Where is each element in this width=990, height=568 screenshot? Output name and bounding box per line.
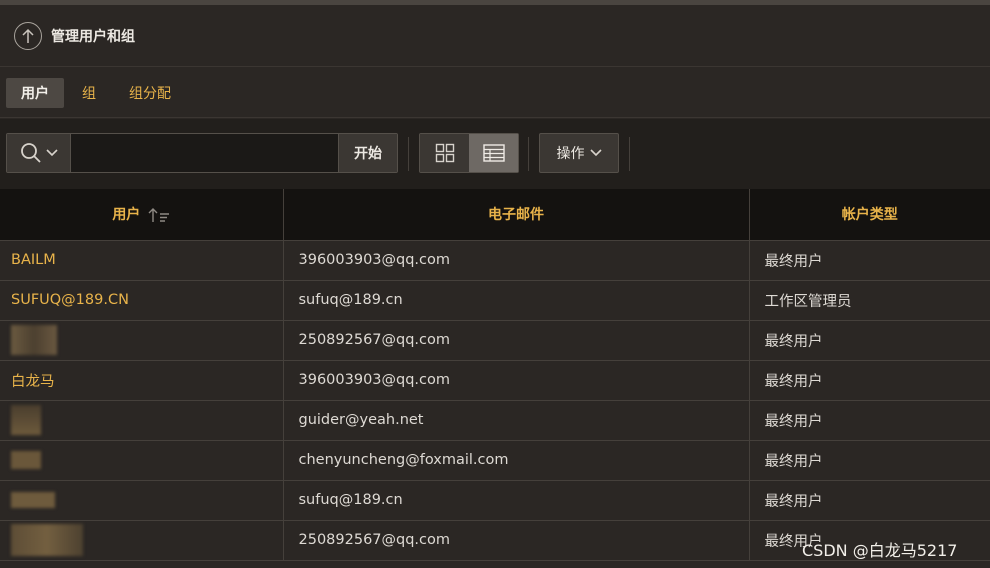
report-view-button[interactable] [469, 134, 518, 172]
table-row: BAILM 396003903@qq.com 最终用户 [0, 240, 990, 281]
account-type-cell: 最终用户 [749, 480, 990, 521]
toolbar: 开始 操作 [0, 119, 990, 189]
account-type-cell: 最终用户 [749, 400, 990, 441]
account-type-cell: 工作区管理员 [749, 280, 990, 321]
go-button[interactable]: 开始 [338, 134, 397, 172]
redacted-name [11, 451, 41, 469]
tab-group-assignments[interactable]: 组分配 [114, 78, 186, 108]
toolbar-divider [629, 137, 630, 171]
report-view-icon [482, 144, 505, 162]
search-input[interactable] [71, 134, 338, 172]
search-bar: 开始 [6, 133, 398, 173]
user-link-redacted[interactable] [0, 440, 284, 481]
table-row: guider@yeah.net 最终用户 [0, 400, 990, 441]
tab-bar: 用户 组 组分配 [0, 68, 990, 118]
view-mode-toggle [419, 133, 519, 173]
table-row: sufuq@189.cn 最终用户 [0, 480, 990, 521]
table-row: 白龙马 396003903@qq.com 最终用户 [0, 360, 990, 401]
tab-groups[interactable]: 组 [67, 78, 111, 108]
chevron-down-icon [589, 149, 602, 157]
email-cell: 396003903@qq.com [283, 360, 750, 401]
email-cell: 396003903@qq.com [283, 240, 750, 281]
email-cell: 250892567@qq.com [283, 320, 750, 361]
column-header-user[interactable]: 用户 [0, 189, 284, 241]
toolbar-divider [408, 137, 409, 171]
user-link[interactable]: 白龙马 [0, 360, 284, 401]
user-link-redacted[interactable] [0, 320, 284, 361]
actions-menu-button[interactable]: 操作 [539, 133, 619, 173]
toolbar-divider [528, 137, 529, 171]
chevron-down-icon [45, 149, 58, 157]
tab-users[interactable]: 用户 [6, 77, 64, 108]
page-title: 管理用户和组 [51, 28, 135, 45]
account-type-cell: 最终用户 [749, 440, 990, 481]
watermark: CSDN @白龙马5217 [802, 541, 958, 560]
actions-label: 操作 [556, 146, 585, 162]
page-header: 管理用户和组 [0, 5, 990, 67]
redacted-name [11, 325, 57, 355]
search-icon [20, 143, 41, 163]
column-header-account-type[interactable]: 帐户类型 [749, 189, 990, 241]
user-link[interactable]: SUFUQ@189.CN [0, 280, 284, 321]
table-row: 250892567@qq.com 最终用户 [0, 320, 990, 361]
arrow-up-circle-icon[interactable] [14, 21, 42, 50]
table-header-row: 用户 电子邮件 帐户类型 [0, 189, 990, 241]
grid-view-icon [435, 143, 454, 163]
email-cell: 250892567@qq.com [283, 520, 750, 561]
redacted-name [11, 524, 83, 556]
account-type-cell: 最终用户 [749, 360, 990, 401]
users-table: 用户 电子邮件 帐户类型 BAILM 396003903@qq.com 最终用户… [0, 189, 990, 561]
table-row: chenyuncheng@foxmail.com 最终用户 [0, 440, 990, 481]
redacted-name [11, 405, 41, 435]
account-type-cell: 最终用户 [749, 320, 990, 361]
grid-view-button[interactable] [420, 134, 469, 172]
user-link-redacted[interactable] [0, 400, 284, 441]
redacted-name [11, 492, 55, 508]
email-cell: sufuq@189.cn [283, 480, 750, 521]
email-cell: sufuq@189.cn [283, 280, 750, 321]
search-column-dropdown[interactable] [7, 134, 71, 172]
user-link-redacted[interactable] [0, 520, 284, 561]
user-link-redacted[interactable] [0, 480, 284, 521]
sort-ascending-icon [148, 208, 170, 223]
account-type-cell: 最终用户 [749, 240, 990, 281]
email-cell: guider@yeah.net [283, 400, 750, 441]
column-header-email[interactable]: 电子邮件 [283, 189, 750, 241]
user-link[interactable]: BAILM [0, 240, 284, 281]
email-cell: chenyuncheng@foxmail.com [283, 440, 750, 481]
table-row: SUFUQ@189.CN sufuq@189.cn 工作区管理员 [0, 280, 990, 321]
